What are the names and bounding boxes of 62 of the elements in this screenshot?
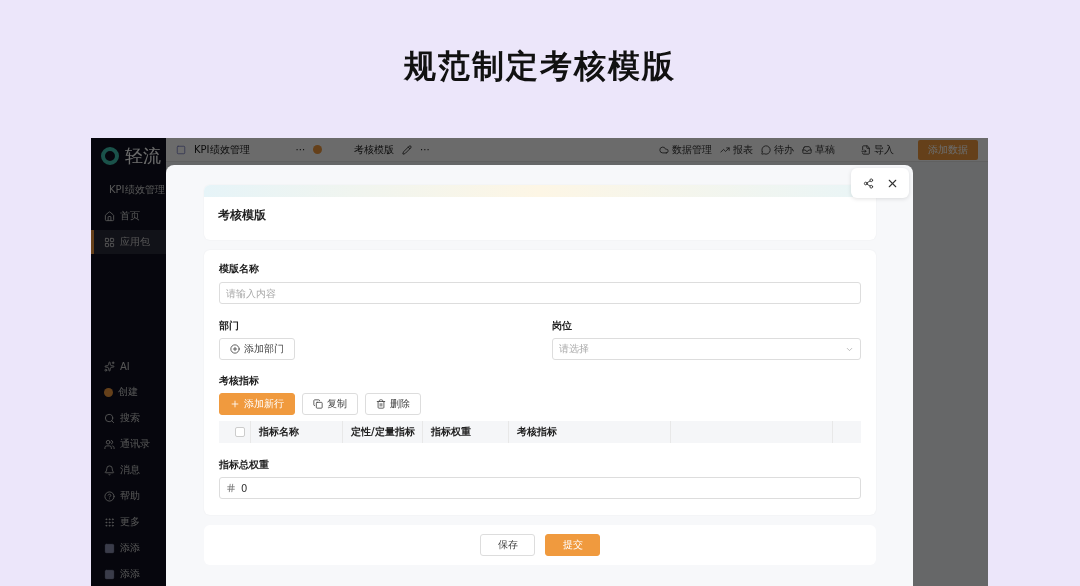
- more-button[interactable]: ···: [295, 144, 306, 155]
- number-icon: [226, 483, 236, 493]
- page-title[interactable]: 考核模版: [354, 142, 395, 157]
- sidebar-item[interactable]: AI: [91, 354, 166, 378]
- contacts-icon: [104, 438, 115, 450]
- field-label: 指标总权重: [219, 459, 270, 471]
- toolbar-link[interactable]: 导入: [861, 142, 894, 157]
- home-icon: [104, 210, 115, 222]
- sidebar-item[interactable]: 添添: [91, 536, 166, 560]
- column-header: 考核指标: [509, 421, 671, 443]
- field-label: 岗位: [552, 320, 572, 332]
- sidebar-item[interactable]: 更多: [91, 510, 166, 534]
- more-icon: [104, 516, 115, 528]
- add-department-button[interactable]: 添加部门: [219, 338, 295, 360]
- field-label: 考核指标: [219, 375, 260, 387]
- input-field[interactable]: 请输入内容: [219, 282, 861, 304]
- toolbar-link[interactable]: 报表: [720, 142, 753, 157]
- search-icon: [104, 412, 115, 424]
- sidebar-item[interactable]: 消息: [91, 458, 166, 482]
- copy-icon: [313, 399, 323, 409]
- square-icon: [104, 542, 115, 554]
- plus-icon: [230, 399, 240, 409]
- trash-icon: [376, 399, 386, 409]
- share-icon: [862, 177, 874, 189]
- copy-button[interactable]: 复制: [302, 393, 358, 415]
- sidebar-item[interactable]: 添添: [91, 562, 166, 586]
- delete-button[interactable]: 删除: [365, 393, 421, 415]
- plus-circle-icon: [230, 344, 240, 354]
- field-label: 模版名称: [219, 263, 260, 275]
- add-button[interactable]: 添加新行: [219, 393, 295, 415]
- checkbox[interactable]: [235, 427, 245, 437]
- help-icon: [104, 490, 115, 502]
- app-name[interactable]: KPI绩效管理: [194, 142, 250, 157]
- more-button[interactable]: ···: [420, 144, 430, 155]
- sidebar-item[interactable]: KPI绩效管理: [91, 178, 166, 202]
- avatar-icon: [104, 568, 115, 580]
- circle-icon: [104, 387, 113, 397]
- import-icon: [861, 144, 871, 155]
- column-header: 定性/定量指标: [343, 421, 423, 443]
- number-field[interactable]: 0: [219, 477, 861, 499]
- form-title: 考核模版: [217, 207, 267, 224]
- app-icon: [176, 144, 186, 155]
- select-field[interactable]: 请选择: [552, 338, 861, 360]
- ai-icon: [104, 360, 115, 372]
- column-header: 指标名称: [251, 421, 343, 443]
- primary-button[interactable]: 添加数据: [918, 139, 978, 160]
- toolbar-link[interactable]: 数据管理: [659, 142, 712, 157]
- page-heading: 规范制定考核模版: [404, 46, 676, 87]
- sidebar-item[interactable]: 搜索: [91, 406, 166, 430]
- sidebar-item[interactable]: 通讯录: [91, 432, 166, 456]
- save-button[interactable]: 保存: [480, 534, 535, 556]
- logo-icon: [101, 147, 119, 165]
- column-header: 指标权重: [423, 421, 509, 443]
- submit-button[interactable]: 提交: [545, 534, 600, 556]
- circle-icon: [313, 145, 323, 154]
- sidebar-item[interactable]: 首页: [91, 204, 166, 228]
- apps-icon: [104, 236, 115, 248]
- toolbar-link[interactable]: 草稿: [802, 142, 835, 157]
- pencil-icon[interactable]: [402, 144, 413, 155]
- toolbar-link[interactable]: 待办: [761, 142, 794, 157]
- logo-text: 轻流: [125, 144, 161, 168]
- field-label: 部门: [219, 320, 239, 332]
